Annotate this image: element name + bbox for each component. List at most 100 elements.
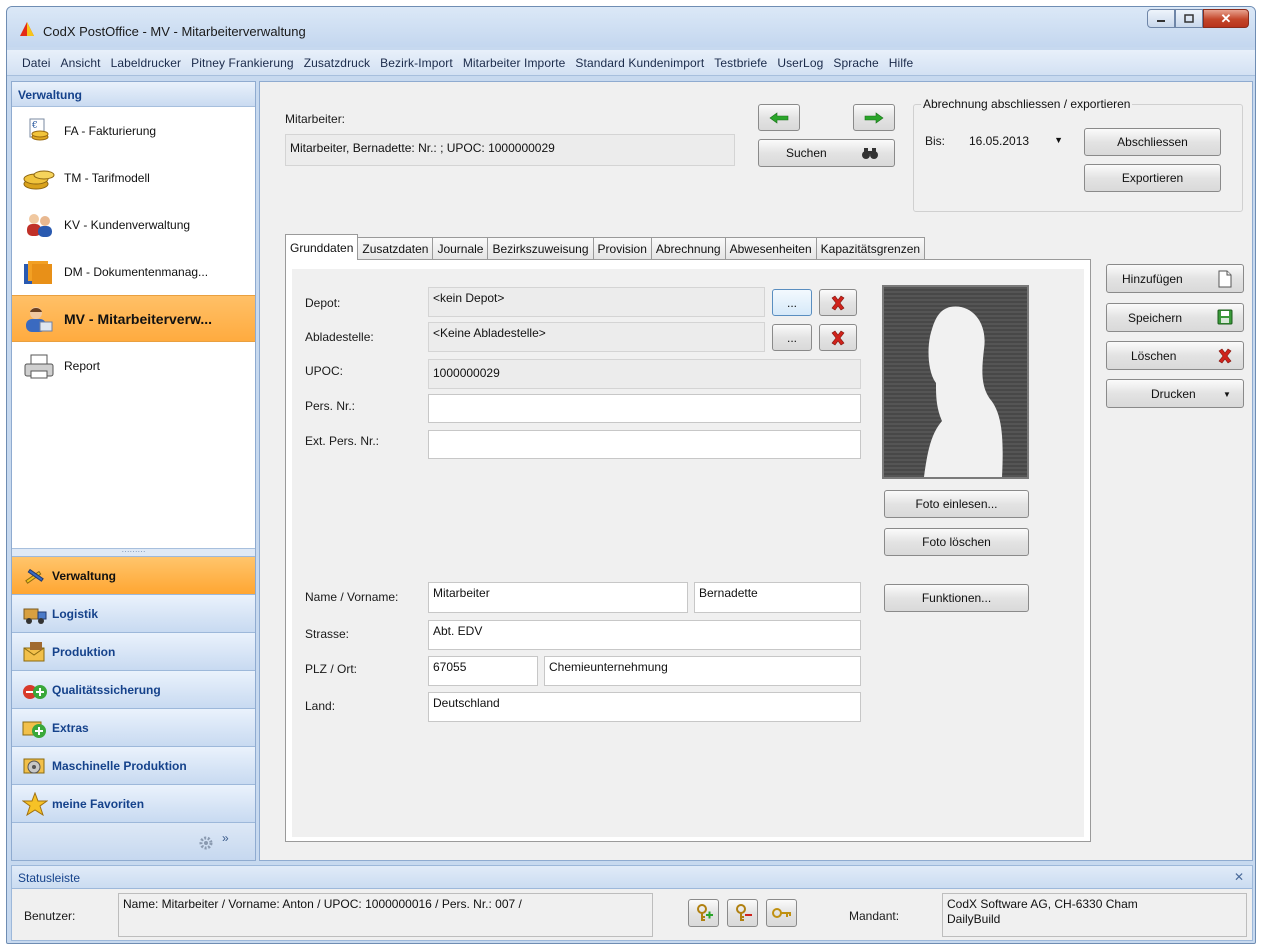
- menu-datei[interactable]: Datei: [17, 56, 56, 70]
- menu-hilfe[interactable]: Hilfe: [884, 56, 919, 70]
- close-billing-button[interactable]: Abschliessen: [1084, 128, 1221, 156]
- favorites-star-icon: [22, 791, 48, 816]
- street-label: Strasse:: [305, 627, 350, 641]
- maximize-icon: [1184, 14, 1194, 23]
- nav-group-label: Verwaltung: [52, 568, 117, 583]
- nav-group-qualitaetssicherung[interactable]: Qualitätssicherung: [12, 670, 255, 708]
- menu-pitney-frankierung[interactable]: Pitney Frankierung: [186, 56, 299, 70]
- menu-bezirk-import[interactable]: Bezirk-Import: [375, 56, 458, 70]
- coins-stack-icon: [23, 170, 55, 189]
- minimize-icon: [1157, 19, 1165, 22]
- zip-input[interactable]: 67055: [428, 656, 538, 686]
- sidebar-item-kundenverwaltung[interactable]: KV - Kundenverwaltung: [12, 201, 255, 248]
- client-line-2: DailyBuild: [947, 912, 1001, 926]
- menu-mitarbeiter-importe[interactable]: Mitarbeiter Importe: [458, 56, 571, 70]
- admin-tools-icon: [25, 568, 44, 584]
- until-date-picker[interactable]: 16.05.2013 ▼: [963, 127, 1073, 153]
- first-name-input[interactable]: Bernadette: [694, 582, 861, 613]
- search-button[interactable]: Suchen: [758, 139, 895, 167]
- nav-group-maschinelle-produktion[interactable]: Maschinelle Produktion: [12, 746, 255, 784]
- sidebar-item-fakturierung[interactable]: € FA - Fakturierung: [12, 107, 255, 154]
- tab-journale[interactable]: Journale: [432, 237, 489, 260]
- user-add-key-button[interactable]: [688, 899, 719, 927]
- nav-group-label: Logistik: [52, 606, 99, 621]
- delete-button[interactable]: Löschen: [1106, 341, 1244, 370]
- next-employee-button[interactable]: [853, 104, 895, 131]
- user-remove-key-button[interactable]: [727, 899, 758, 927]
- minimize-button[interactable]: [1147, 9, 1175, 28]
- tab-zusatzdaten[interactable]: Zusatzdaten: [357, 237, 434, 260]
- previous-employee-button[interactable]: [758, 104, 800, 131]
- depot-clear-button[interactable]: [819, 289, 857, 316]
- menu-sprache[interactable]: Sprache: [828, 56, 883, 70]
- sidebar-expand-chevron-icon[interactable]: »: [222, 831, 229, 845]
- chevron-down-icon: ▼: [1054, 135, 1063, 145]
- nav-group-produktion[interactable]: Produktion: [12, 632, 255, 670]
- save-button[interactable]: Speichern: [1106, 303, 1244, 332]
- maximize-button[interactable]: [1175, 9, 1203, 28]
- window-title: CodX PostOffice - MV - Mitarbeiterverwal…: [43, 24, 306, 39]
- billing-groupbox: [913, 104, 1243, 212]
- app-logo-icon: [20, 22, 34, 36]
- unload-point-clear-button[interactable]: [819, 324, 857, 351]
- sidebar-item-label: MV - Mitarbeiterverw...: [64, 310, 213, 327]
- status-bar-close-icon[interactable]: ✕: [1234, 870, 1244, 884]
- employee-display-field: Mitarbeiter, Bernadette: Nr.: ; UPOC: 10…: [285, 134, 735, 166]
- depot-browse-button[interactable]: ...: [772, 289, 812, 316]
- employee-photo: [882, 285, 1029, 479]
- tab-abrechnung[interactable]: Abrechnung: [650, 237, 726, 260]
- menu-testbriefe[interactable]: Testbriefe: [709, 56, 772, 70]
- nav-group-verwaltung[interactable]: Verwaltung: [12, 556, 255, 594]
- unload-point-browse-button[interactable]: ...: [772, 324, 812, 351]
- app-window: CodX PostOffice - MV - Mitarbeiterverwal…: [6, 6, 1256, 944]
- print-button-label: Drucken: [1151, 386, 1196, 401]
- close-icon: ✕: [1220, 10, 1232, 26]
- tab-bezirkszuweisung[interactable]: Bezirkszuweisung: [487, 237, 594, 260]
- nav-group-extras[interactable]: Extras: [12, 708, 255, 746]
- menu-ansicht[interactable]: Ansicht: [56, 56, 106, 70]
- sidebar-splitter[interactable]: ·········: [12, 548, 255, 556]
- key-icon: [771, 908, 791, 918]
- delete-photo-button[interactable]: Foto löschen: [884, 528, 1029, 556]
- sidebar-item-report[interactable]: Report: [12, 342, 255, 389]
- menu-standard-kundenimport[interactable]: Standard Kundenimport: [570, 56, 709, 70]
- nav-group-logistik[interactable]: Logistik: [12, 594, 255, 632]
- sidebar-item-tarifmodell[interactable]: TM - Tarifmodell: [12, 154, 255, 201]
- country-input[interactable]: Deutschland: [428, 692, 861, 722]
- export-button[interactable]: Exportieren: [1084, 164, 1221, 192]
- menu-zusatzdruck[interactable]: Zusatzdruck: [299, 56, 375, 70]
- new-document-icon: [1218, 270, 1232, 288]
- ext-pers-nr-input[interactable]: [428, 430, 861, 459]
- key-button[interactable]: [766, 899, 797, 927]
- tab-provision[interactable]: Provision: [592, 237, 652, 260]
- city-input[interactable]: Chemieunternehmung: [544, 656, 861, 686]
- gear-icon[interactable]: [198, 835, 214, 851]
- pers-nr-input[interactable]: [428, 394, 861, 423]
- last-name-input[interactable]: Mitarbeiter: [428, 582, 688, 613]
- sidebar: Verwaltung € FA - Fakturierung TM - Tari…: [11, 81, 256, 861]
- tab-kapazitaetsgrenzen[interactable]: Kapazitätsgrenzen: [815, 237, 926, 260]
- user-key-add-icon: [696, 904, 713, 921]
- depot-label: Depot:: [305, 296, 341, 310]
- tab-abwesenheiten[interactable]: Abwesenheiten: [724, 237, 817, 260]
- sidebar-item-dokumentenmanagement[interactable]: DM - Dokumentenmanag...: [12, 248, 255, 295]
- functions-button[interactable]: Funktionen...: [884, 584, 1029, 612]
- menu-userlog[interactable]: UserLog: [772, 56, 828, 70]
- user-label: Benutzer:: [24, 909, 76, 923]
- ext-pers-nr-label: Ext. Pers. Nr.:: [305, 434, 380, 448]
- print-dropdown-button[interactable]: Drucken ▼: [1106, 379, 1244, 408]
- search-button-label: Suchen: [786, 146, 827, 160]
- tab-grunddaten[interactable]: Grunddaten: [285, 234, 359, 260]
- add-button[interactable]: Hinzufügen: [1106, 264, 1244, 293]
- extras-icon: [22, 721, 46, 738]
- street-input[interactable]: Abt. EDV: [428, 620, 861, 650]
- close-window-button[interactable]: ✕: [1203, 9, 1249, 28]
- nav-group-meine-favoriten[interactable]: meine Favoriten: [12, 784, 255, 822]
- sidebar-item-mitarbeiterverwaltung[interactable]: MV - Mitarbeiterverw...: [12, 295, 255, 342]
- load-photo-button[interactable]: Foto einlesen...: [884, 490, 1029, 518]
- nav-group-label: meine Favoriten: [52, 796, 145, 811]
- production-envelope-icon: [23, 641, 45, 661]
- arrow-left-icon: [769, 111, 789, 124]
- upoc-field: 1000000029: [428, 359, 861, 389]
- menu-labeldrucker[interactable]: Labeldrucker: [106, 56, 187, 70]
